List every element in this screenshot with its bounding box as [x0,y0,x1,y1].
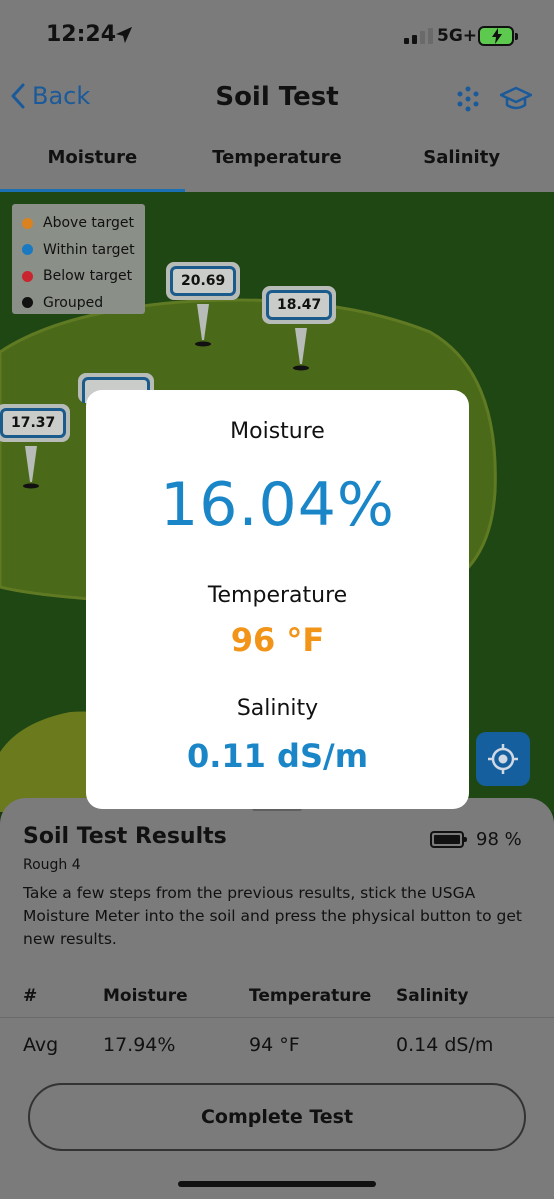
home-indicator[interactable] [178,1181,376,1187]
pin-value: 18.47 [266,290,333,320]
salinity-value: 0.11 dS/m [186,737,369,775]
table-cell: Avg [23,1034,59,1056]
results-sheet: Soil Test Results 98 % Rough 4 Take a fe… [0,798,554,1199]
table-row: Avg 17.94% 94 °F 0.14 dS/m [0,1017,554,1075]
results-table-header: # Moisture Temperature Salinity [0,976,554,1016]
dot-icon [22,217,33,229]
pin-stem-icon [23,446,39,489]
column-header: Moisture [103,986,188,1006]
table-cell: 0.14 dS/m [396,1034,494,1056]
temperature-label: Temperature [207,583,348,608]
dots-grid-icon[interactable] [455,86,481,112]
map-legend: Above target Within target Below target … [12,204,145,314]
legend-item: Below target [22,263,135,290]
sheet-title: Soil Test Results [23,824,227,849]
crosshair-icon [488,744,518,774]
legend-item: Grouped [22,290,135,317]
sheet-description: Take a few steps from the previous resul… [23,884,522,948]
dot-icon [22,297,33,309]
sheet-subtitle: Rough 4 [23,857,81,873]
network-type: 5G+ [437,26,478,46]
graduation-cap-icon[interactable] [500,85,532,113]
salinity-label: Salinity [236,696,319,721]
tab-salinity[interactable]: Salinity [369,132,554,192]
battery-icon [430,831,467,848]
dot-icon [22,270,33,282]
column-header: Salinity [396,986,469,1006]
nav-bar: Back Soil Test [0,72,554,132]
complete-test-button[interactable]: Complete Test [28,1083,526,1151]
bolt-icon [492,28,502,44]
column-header: Temperature [249,986,372,1006]
device-battery: 98 % [430,829,522,850]
column-header: # [23,986,38,1006]
pin-stem-icon [195,304,211,347]
dot-icon [22,244,33,256]
status-bar: 12:24 5G+ [0,0,554,72]
moisture-value: 16.04% [160,470,395,540]
pin-stem-icon [293,328,309,371]
table-cell: 17.94% [103,1034,176,1056]
pin-value: 20.69 [170,266,237,296]
battery-percent: 98 % [476,829,522,850]
moisture-label: Moisture [230,419,325,444]
legend-item: Above target [22,210,135,237]
status-time: 12:24 [46,22,117,47]
legend-item: Within target [22,237,135,264]
location-arrow-icon [115,26,133,44]
tab-temperature[interactable]: Temperature [185,132,370,192]
reading-popup: Moisture 16.04% Temperature 96 °F Salini… [86,390,469,809]
signal-icon [404,28,433,44]
temperature-value: 96 °F [230,621,325,659]
tab-bar: Moisture Temperature Salinity [0,132,554,192]
tab-moisture[interactable]: Moisture [0,132,185,192]
locate-button[interactable] [476,732,530,786]
table-cell: 94 °F [249,1034,300,1056]
pin-value: 17.37 [0,408,67,438]
